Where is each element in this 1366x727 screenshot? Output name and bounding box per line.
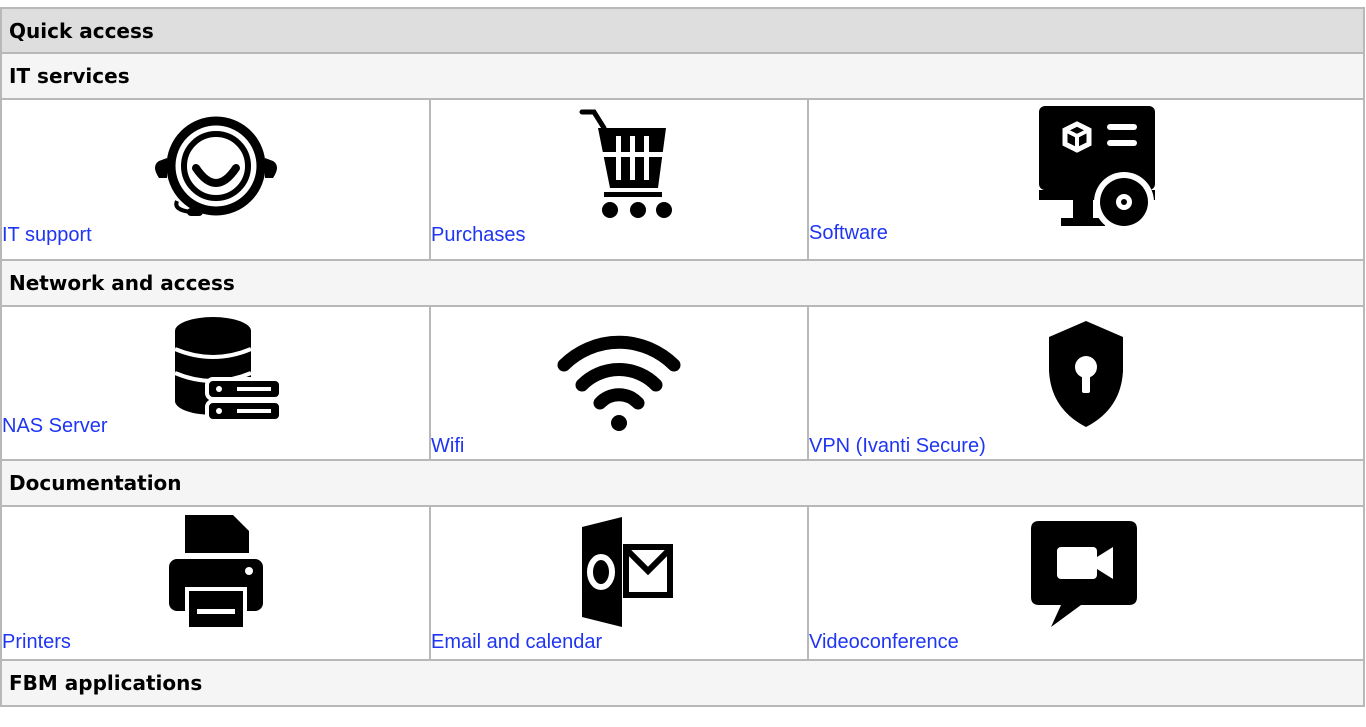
link-nas-server[interactable]: NAS Server: [2, 415, 108, 437]
link-wifi[interactable]: Wifi: [431, 435, 464, 457]
quick-access-table: Quick access IT services IT support Purc…: [0, 7, 1365, 707]
link-it-support[interactable]: IT support: [2, 224, 92, 246]
link-printers[interactable]: Printers: [2, 631, 71, 653]
tile-videoconference: Videoconference: [807, 505, 1365, 661]
outlook-mail-icon: [582, 517, 673, 627]
section-header-network-and-access: Network and access: [0, 259, 1365, 307]
link-email-calendar[interactable]: Email and calendar: [431, 631, 602, 653]
tile-email-calendar: Email and calendar: [429, 505, 809, 661]
tile-vpn: VPN (Ivanti Secure): [807, 305, 1365, 461]
headset-icon: [154, 116, 277, 216]
tile-printers: Printers: [0, 505, 431, 661]
link-software[interactable]: Software: [809, 222, 888, 244]
tile-purchases: Purchases: [429, 98, 809, 261]
tile-software: Software: [807, 98, 1365, 261]
link-videoconference[interactable]: Videoconference: [809, 631, 959, 653]
link-vpn[interactable]: VPN (Ivanti Secure): [809, 435, 986, 457]
printer-icon: [168, 515, 263, 631]
database-server-icon: [173, 317, 283, 423]
tile-wifi: Wifi: [429, 305, 809, 461]
tile-nas-server: NAS Server: [0, 305, 431, 461]
cart-icon: [579, 109, 672, 218]
video-chat-icon: [1031, 521, 1137, 627]
tile-it-support: IT support: [0, 98, 431, 261]
wifi-icon: [557, 335, 681, 431]
section-header-fbm-applications: FBM applications: [0, 659, 1365, 707]
section-header-documentation: Documentation: [0, 459, 1365, 507]
link-purchases[interactable]: Purchases: [431, 224, 526, 246]
software-install-icon: [1039, 106, 1155, 232]
quick-access-header: Quick access: [0, 7, 1365, 54]
section-header-it-services: IT services: [0, 52, 1365, 100]
shield-lock-icon: [1049, 321, 1123, 427]
